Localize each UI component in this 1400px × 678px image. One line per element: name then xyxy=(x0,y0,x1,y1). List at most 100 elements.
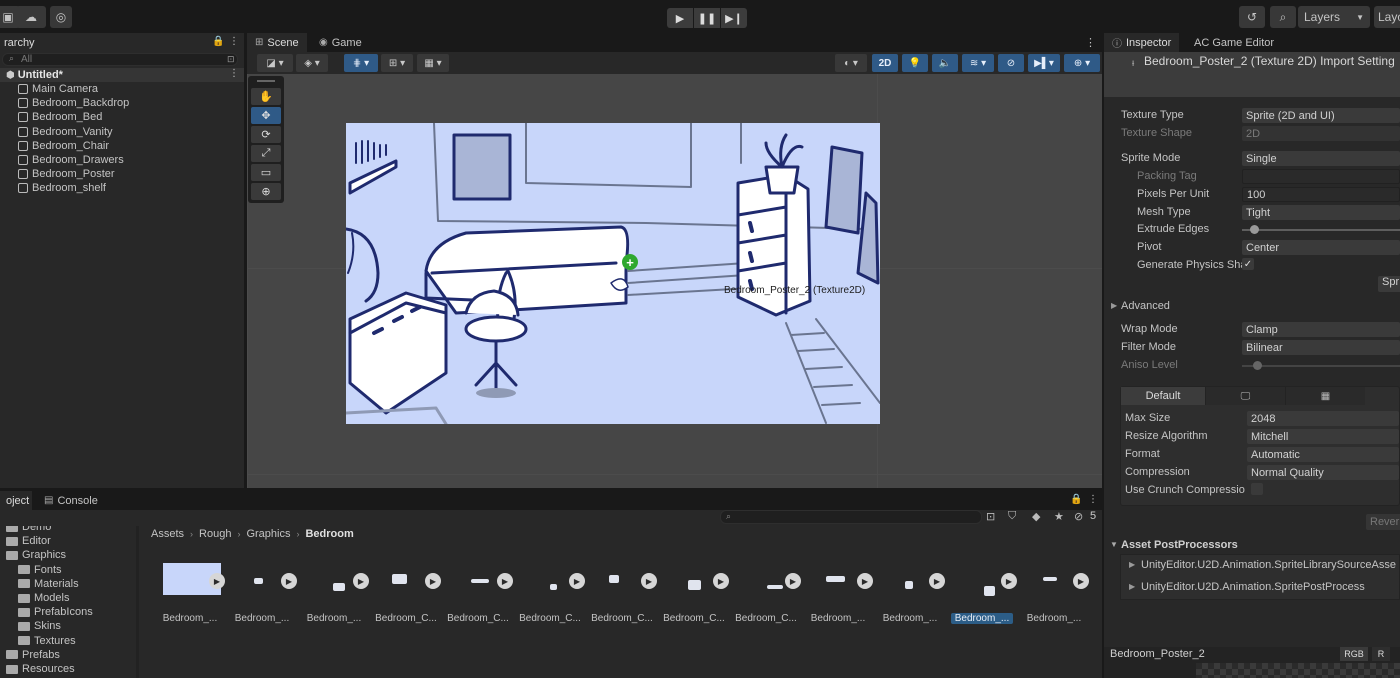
platform-tab-webgl[interactable]: ▦ xyxy=(1285,387,1365,405)
foldout-arrow-icon[interactable]: ▶ xyxy=(1129,560,1135,569)
asset-tile[interactable]: ▶ Bedroom_C... xyxy=(591,563,661,625)
expand-play-icon[interactable]: ▶ xyxy=(569,573,585,589)
expand-play-icon[interactable]: ▶ xyxy=(1073,573,1089,589)
hierarchy-item[interactable]: Bedroom_Drawers xyxy=(0,153,244,167)
tag-icon[interactable]: ◆ xyxy=(1032,510,1040,523)
foldout-open-icon[interactable]: ▼ xyxy=(1110,540,1118,549)
drag-handle-icon[interactable] xyxy=(257,80,275,82)
hierarchy-item[interactable]: Bedroom_Backdrop xyxy=(0,96,244,110)
platform-tab-default[interactable]: Default xyxy=(1121,387,1205,405)
crunch-compression-checkbox[interactable] xyxy=(1251,483,1263,495)
format-dropdown[interactable]: Automatic xyxy=(1247,447,1399,462)
pivot-dropdown[interactable]: Center xyxy=(1242,240,1400,255)
hierarchy-item[interactable]: Main Camera xyxy=(0,82,244,96)
extrude-edges-slider[interactable] xyxy=(1242,229,1400,231)
sprite-editor-button[interactable]: Spr xyxy=(1378,276,1400,292)
folder-item[interactable]: Editor xyxy=(6,534,51,548)
tab-inspector[interactable]: ⓘ Inspector xyxy=(1104,33,1180,52)
camera-dropdown[interactable]: ▶▌▾ xyxy=(1028,54,1060,72)
lock-icon[interactable]: 🔒 xyxy=(1070,494,1082,505)
tab-project[interactable]: oject xyxy=(0,491,32,510)
breadcrumb-item[interactable]: Assets xyxy=(151,528,184,540)
folder-item[interactable]: Skins xyxy=(18,619,61,633)
preview-r-toggle[interactable]: R xyxy=(1372,647,1390,661)
folder-item[interactable]: Graphics xyxy=(6,548,66,562)
expand-play-icon[interactable]: ▶ xyxy=(1001,573,1017,589)
expand-play-icon[interactable]: ▶ xyxy=(641,573,657,589)
rect-tool-button[interactable]: ▭ xyxy=(251,164,281,181)
layers-dropdown[interactable]: Layers ▼ xyxy=(1298,6,1370,28)
expand-play-icon[interactable]: ▶ xyxy=(497,573,513,589)
grid-snap-dropdown[interactable]: ⋕ ▾ xyxy=(344,54,378,72)
folder-item[interactable]: Fonts xyxy=(18,563,62,577)
resize-algorithm-dropdown[interactable]: Mitchell xyxy=(1247,429,1399,444)
scene-root-row[interactable]: ⬢ Untitled* ⋮ xyxy=(0,68,244,82)
advanced-foldout-label[interactable]: Advanced xyxy=(1121,300,1170,312)
play-button[interactable]: ▶ xyxy=(667,8,693,28)
cloud-button[interactable]: ☁ xyxy=(16,6,46,28)
max-size-dropdown[interactable]: 2048 xyxy=(1247,411,1399,426)
expand-play-icon[interactable]: ▶ xyxy=(713,573,729,589)
move-tool-button[interactable]: ✥ xyxy=(251,107,281,124)
history-button[interactable]: ↺ xyxy=(1239,6,1265,28)
more-menu-icon[interactable]: ⋮ xyxy=(229,36,239,47)
folder-item[interactable]: Prefabs xyxy=(6,648,60,662)
postprocessor-item[interactable]: UnityEditor.U2D.Animation.SpriteLibraryS… xyxy=(1141,559,1396,571)
search-by-label-icon[interactable]: ⛉ xyxy=(1008,510,1016,523)
breadcrumb-current[interactable]: Bedroom xyxy=(305,528,353,540)
lock-icon[interactable]: 🔒 xyxy=(212,36,224,47)
lighting-toggle[interactable]: 💡 xyxy=(902,54,928,72)
filter-mode-dropdown[interactable]: Bilinear xyxy=(1242,340,1400,355)
sprite-mode-dropdown[interactable]: Single xyxy=(1242,151,1400,166)
extrude-edges-slider-knob[interactable] xyxy=(1250,225,1259,234)
asset-tile[interactable]: ▶ Bedroom_C... xyxy=(375,563,445,625)
toggle-2d-button[interactable]: 2D xyxy=(872,54,898,72)
gizmos-dropdown[interactable]: ⊕ ▾ xyxy=(1064,54,1100,72)
audio-toggle[interactable]: 🔈 xyxy=(932,54,958,72)
favorite-star-icon[interactable]: ★ xyxy=(1054,510,1064,523)
tab-game[interactable]: ◉ Game xyxy=(311,33,370,52)
step-button[interactable]: ▶❙ xyxy=(721,8,747,28)
tab-ac-game-editor[interactable]: AC Game Editor xyxy=(1186,33,1282,52)
hierarchy-item[interactable]: Bedroom_shelf xyxy=(0,181,244,195)
tab-console[interactable]: ▤ Console xyxy=(36,491,106,510)
expand-play-icon[interactable]: ▶ xyxy=(425,573,441,589)
tab-hierarchy[interactable]: rarchy xyxy=(0,33,244,52)
expand-play-icon[interactable]: ▶ xyxy=(281,573,297,589)
wrap-mode-dropdown[interactable]: Clamp xyxy=(1242,322,1400,337)
asset-tile[interactable]: ▶ Bedroom_C... xyxy=(735,563,805,625)
breadcrumb-item[interactable]: Rough xyxy=(199,528,231,540)
effects-dropdown[interactable]: ≋ ▾ xyxy=(962,54,994,72)
hidden-packages-icon[interactable]: ⊘ xyxy=(1074,510,1083,523)
expand-play-icon[interactable]: ▶ xyxy=(785,573,801,589)
asset-tile[interactable]: ▶ Bedroom_C... xyxy=(663,563,733,625)
folder-item[interactable]: Demo xyxy=(6,526,51,534)
collab-button[interactable]: ◎ xyxy=(50,6,72,28)
hand-tool-button[interactable]: ✋ xyxy=(251,88,281,105)
packing-tag-input[interactable] xyxy=(1242,169,1400,184)
asset-postprocessors-label[interactable]: Asset PostProcessors xyxy=(1121,539,1238,551)
asset-tile[interactable]: ▶ Bedroom_... xyxy=(303,563,373,625)
asset-tile[interactable]: ▶ Bedroom_... xyxy=(1023,563,1093,625)
hierarchy-item[interactable]: Bedroom_Poster xyxy=(0,167,244,181)
grid-visibility-dropdown[interactable]: ▦ ▾ xyxy=(417,54,449,72)
pause-button[interactable]: ❚❚ xyxy=(694,8,720,28)
asset-tile[interactable]: ▶ Bedroom_... xyxy=(951,563,1021,625)
search-button[interactable]: ⌕ xyxy=(1270,6,1296,28)
search-by-type-icon[interactable]: ⊡ xyxy=(986,510,995,523)
folder-item[interactable]: Models xyxy=(18,591,69,605)
split-divider[interactable] xyxy=(136,526,139,678)
folder-item[interactable]: Textures xyxy=(18,634,76,648)
folder-item[interactable]: Materials xyxy=(18,577,79,591)
hierarchy-item[interactable]: Bedroom_Bed xyxy=(0,110,244,124)
texture-type-dropdown[interactable]: Sprite (2D and UI) xyxy=(1242,108,1400,123)
layout-dropdown[interactable]: Layo xyxy=(1374,6,1400,28)
mesh-type-dropdown[interactable]: Tight xyxy=(1242,205,1400,220)
pixels-per-unit-input[interactable]: 100 xyxy=(1242,187,1400,202)
expand-play-icon[interactable]: ▶ xyxy=(209,573,225,589)
tab-scene[interactable]: ⊞ Scene xyxy=(247,33,307,52)
more-menu-icon[interactable]: ⋮ xyxy=(1085,36,1096,49)
shading-mode-dropdown[interactable]: ◐ ▾ xyxy=(835,54,867,72)
hierarchy-item[interactable]: Bedroom_Vanity xyxy=(0,125,244,139)
scene-viewport[interactable]: Bedroom_Poster_2 (Texture2D) + ✋ ✥ ⟳ ⤢ ▭… xyxy=(247,74,1102,488)
